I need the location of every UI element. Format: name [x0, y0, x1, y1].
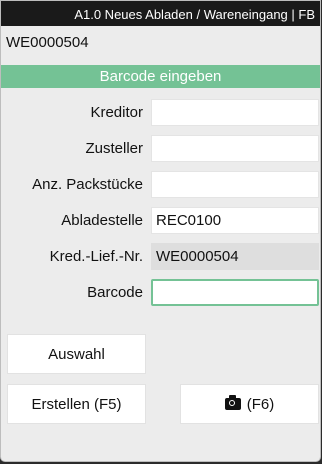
kred-lief-nr-label: Kred.-Lief.-Nr.	[49, 248, 143, 265]
app-screen: A1.0 Neues Abladen / Wareneingang | FB W…	[0, 0, 321, 462]
erstellen-button[interactable]: Erstellen (F5)	[7, 384, 146, 424]
camera-icon	[224, 395, 241, 410]
zusteller-label: Zusteller	[85, 140, 143, 157]
zusteller-input[interactable]	[151, 135, 319, 162]
section-header: Barcode eingeben	[1, 65, 320, 88]
abladestelle-label: Abladestelle	[61, 212, 143, 229]
title-bar: A1.0 Neues Abladen / Wareneingang | FB	[1, 1, 320, 26]
row-kreditor: Kreditor	[1, 99, 320, 126]
row-abladestelle: Abladestelle REC0100	[1, 207, 320, 234]
camera-button-label: (F6)	[246, 395, 275, 413]
auswahl-button[interactable]: Auswahl	[7, 334, 146, 374]
auswahl-button-label: Auswahl	[48, 345, 105, 363]
erstellen-button-label: Erstellen (F5)	[31, 395, 122, 413]
kreditor-input[interactable]	[151, 99, 319, 126]
barcode-input[interactable]	[151, 279, 319, 306]
barcode-label: Barcode	[87, 284, 143, 301]
row-zusteller: Zusteller	[1, 135, 320, 162]
camera-button[interactable]: (F6)	[180, 384, 319, 424]
kreditor-label: Kreditor	[90, 104, 143, 121]
row-barcode: Barcode	[1, 279, 320, 306]
kred-lief-nr-field: WE0000504	[151, 243, 319, 270]
packstuecke-label: Anz. Packstücke	[32, 176, 143, 193]
abladestelle-input[interactable]: REC0100	[151, 207, 319, 234]
row-packstuecke: Anz. Packstücke	[1, 171, 320, 198]
packstuecke-input[interactable]	[151, 171, 319, 198]
window-title: A1.0 Neues Abladen / Wareneingang | FB	[74, 7, 315, 22]
row-kred-lief-nr: Kred.-Lief.-Nr. WE0000504	[1, 243, 320, 270]
document-number: WE0000504	[6, 34, 89, 51]
